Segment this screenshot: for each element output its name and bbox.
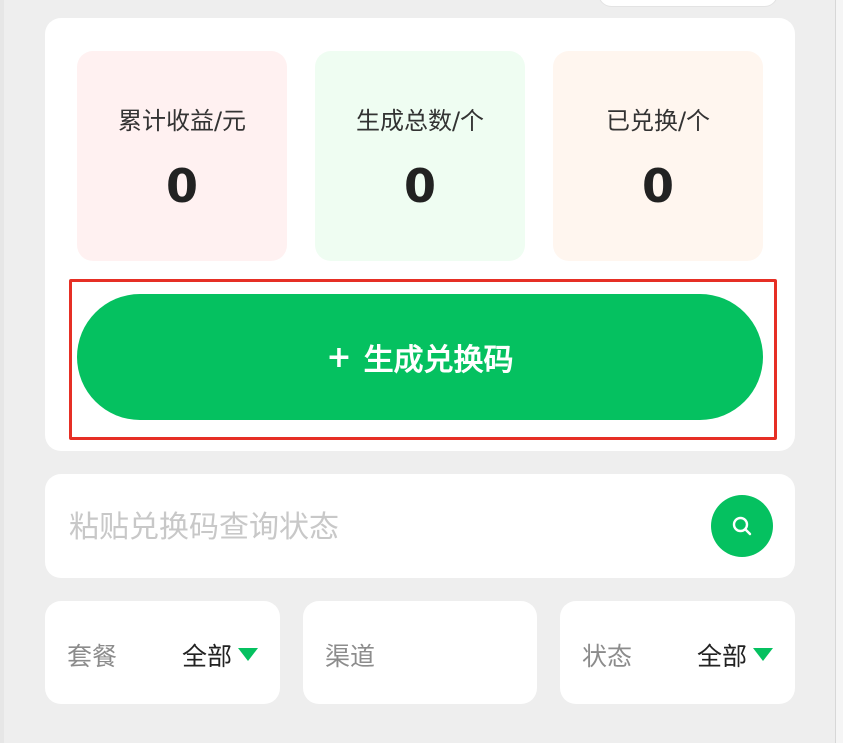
search-input[interactable]: [67, 496, 691, 558]
search-icon: [732, 516, 752, 536]
caret-down-icon: [238, 648, 258, 661]
stat-redeemed: 已兑换/个 0: [553, 51, 763, 261]
status-filter[interactable]: 状态 全部: [560, 601, 795, 704]
stat-redeemed-value: 0: [641, 159, 674, 213]
top-control-edge[interactable]: [598, 0, 778, 7]
caret-down-icon: [753, 648, 773, 661]
window-left-edge: [0, 0, 4, 743]
stat-total-generated-value: 0: [403, 159, 436, 213]
package-filter[interactable]: 套餐 全部: [45, 601, 280, 704]
stat-total-earnings-value: 0: [165, 159, 198, 213]
package-filter-value: 全部: [181, 642, 232, 671]
channel-filter-label: 渠道: [325, 642, 376, 671]
status-filter-value: 全部: [696, 642, 747, 671]
stat-redeemed-label: 已兑换/个: [605, 107, 711, 135]
stat-total-generated: 生成总数/个 0: [315, 51, 525, 261]
stat-total-generated-label: 生成总数/个: [355, 107, 485, 135]
search-bar: [45, 474, 795, 578]
channel-filter[interactable]: 渠道: [303, 601, 537, 704]
generate-code-button[interactable]: + 生成兑换码: [77, 294, 763, 420]
stat-total-earnings-label: 累计收益/元: [117, 107, 247, 135]
search-button[interactable]: [711, 495, 773, 557]
stat-total-earnings: 累计收益/元 0: [77, 51, 287, 261]
window-scrollbar[interactable]: [835, 0, 843, 743]
package-filter-label: 套餐: [67, 642, 118, 671]
plus-icon: +: [326, 339, 352, 375]
generate-code-label: 生成兑换码: [363, 343, 514, 378]
status-filter-label: 状态: [582, 642, 633, 671]
